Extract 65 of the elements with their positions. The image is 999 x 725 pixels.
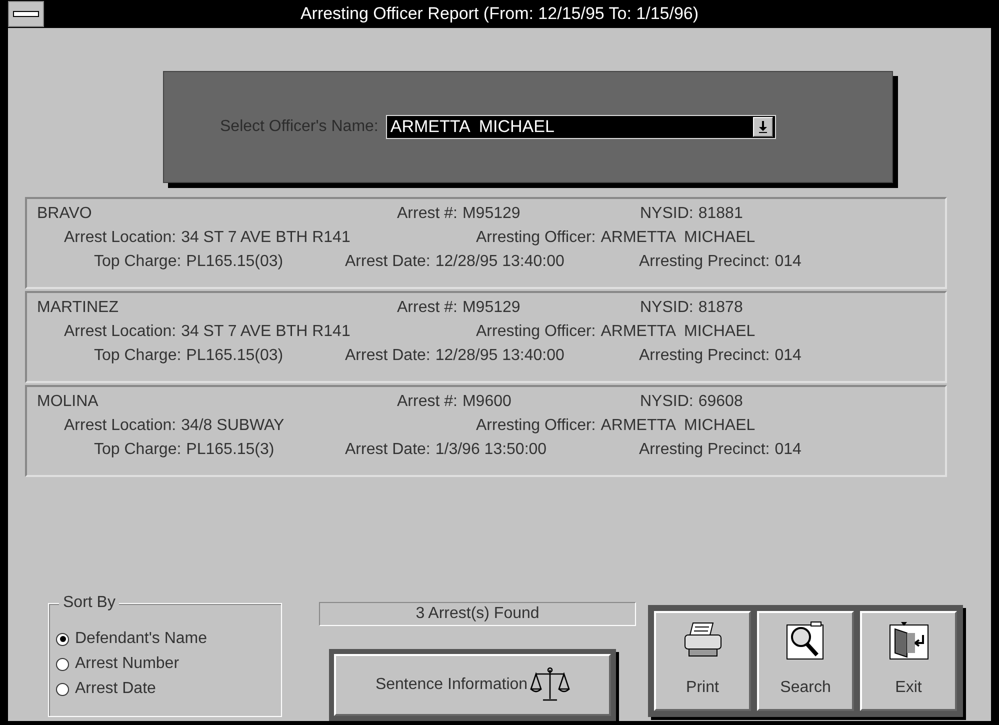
field-label: Arrest Location: <box>64 417 176 435</box>
field-label: Arrest Date: <box>345 253 430 271</box>
field-value: ARMETTA MICHAEL <box>600 417 756 435</box>
field-value: 014 <box>774 253 802 271</box>
field-label: Arrest Location: <box>64 323 176 341</box>
field-label: Arresting Officer: <box>476 323 596 341</box>
exit-button[interactable]: Exit <box>860 611 957 711</box>
defendant-name: MARTINEZ <box>37 299 118 317</box>
field-value: 34 ST 7 AVE BTH R141 <box>181 323 350 341</box>
field-label: Arresting Precinct: <box>639 253 770 271</box>
field-value: ARMETTA MICHAEL <box>600 229 756 247</box>
sentence-information-button[interactable]: Sentence Information <box>334 654 611 716</box>
results-count: 3 Arrest(s) Found <box>319 602 636 626</box>
sort-option[interactable]: Defendant's Name <box>56 630 281 648</box>
group-title: Sort By <box>59 594 120 612</box>
field-value: 014 <box>774 441 802 459</box>
field-label: Arrest #: <box>397 299 458 317</box>
field-value: PL165.15(3) <box>186 441 274 459</box>
field-value: 69608 <box>698 393 743 411</box>
field-value: 12/28/95 13:40:00 <box>435 253 564 271</box>
field-label: Arrest Date: <box>345 347 430 365</box>
field-label: Top Charge: <box>94 441 182 459</box>
field-value: M95129 <box>462 205 520 223</box>
defendant-name: BRAVO <box>37 205 92 223</box>
field-value: 81878 <box>698 299 743 317</box>
field-value: 1/3/96 13:50:00 <box>435 441 547 459</box>
field-value: M9600 <box>462 393 512 411</box>
printer-icon <box>682 621 722 659</box>
field-value: 34/8 SUBWAY <box>181 417 284 435</box>
magnifier-icon <box>784 621 826 661</box>
defendant-name: MOLINA <box>37 393 98 411</box>
system-menu-button[interactable] <box>8 1 44 27</box>
scales-icon <box>530 667 570 703</box>
window-title: Arresting Officer Report (From: 12/15/95 To: 1/15/96) <box>299 4 700 24</box>
field-value: 12/28/95 13:40:00 <box>435 347 564 365</box>
field-label: Top Charge: <box>94 253 182 271</box>
arrest-record[interactable]: MARTINEZ Arrest #: M95129 NYSID: 81878 Arrest Location: 34 ST 7 AVE BTH R141 Arresting Officer: ARMETTA MICHAEL Top Charge: PL165.15(03) Arrest Date: 12/28/95 13:40:00 Arresting Precinct: 014 <box>25 291 947 383</box>
field-label: NYSID: <box>640 393 694 411</box>
field-value: M95129 <box>462 299 520 317</box>
field-value: 81881 <box>698 205 743 223</box>
field-value: ARMETTA MICHAEL <box>600 323 756 341</box>
field-label: Top Charge: <box>94 347 182 365</box>
field-value: 34 ST 7 AVE BTH R141 <box>181 229 350 247</box>
search-button[interactable]: Search <box>757 611 854 711</box>
field-label: Arrest #: <box>397 393 458 411</box>
field-label: Arresting Precinct: <box>639 347 770 365</box>
field-label: Arrest Location: <box>64 229 176 247</box>
field-value: PL165.15(03) <box>186 253 284 271</box>
field-label: Arrest Date: <box>345 441 430 459</box>
arrest-record[interactable]: MOLINA Arrest #: M9600 NYSID: 69608 Arrest Location: 34/8 SUBWAY Arresting Officer: ARMETTA MICHAEL Top Charge: PL165.15(3) Arrest Date: 1/3/96 13:50:00 Arresting Precinct: 014 <box>25 385 947 477</box>
field-value: PL165.15(03) <box>186 347 284 365</box>
officer-dropdown[interactable]: ARMETTA MICHAEL <box>386 115 776 139</box>
field-label: NYSID: <box>640 205 694 223</box>
field-label: Arrest #: <box>397 205 458 223</box>
arrest-record[interactable]: BRAVO Arrest #: M95129 NYSID: 81881 Arrest Location: 34 ST 7 AVE BTH R141 Arresting Officer: ARMETTA MICHAEL Top Charge: PL165.15(03) Arrest Date: 12/28/95 13:40:00 Arresting Precinct: 014 <box>25 197 947 289</box>
sort-option[interactable]: Arrest Number <box>56 655 281 673</box>
field-label: Arresting Officer: <box>476 417 596 435</box>
exit-door-icon <box>888 621 928 661</box>
field-label: Arresting Officer: <box>476 229 596 247</box>
field-value: 014 <box>774 347 802 365</box>
sort-option[interactable]: Arrest Date <box>56 680 281 698</box>
field-label: NYSID: <box>640 299 694 317</box>
field-label: Arresting Precinct: <box>639 441 770 459</box>
officer-select-label: Select Officer's Name: <box>220 118 378 136</box>
print-button[interactable]: Print <box>654 611 751 711</box>
